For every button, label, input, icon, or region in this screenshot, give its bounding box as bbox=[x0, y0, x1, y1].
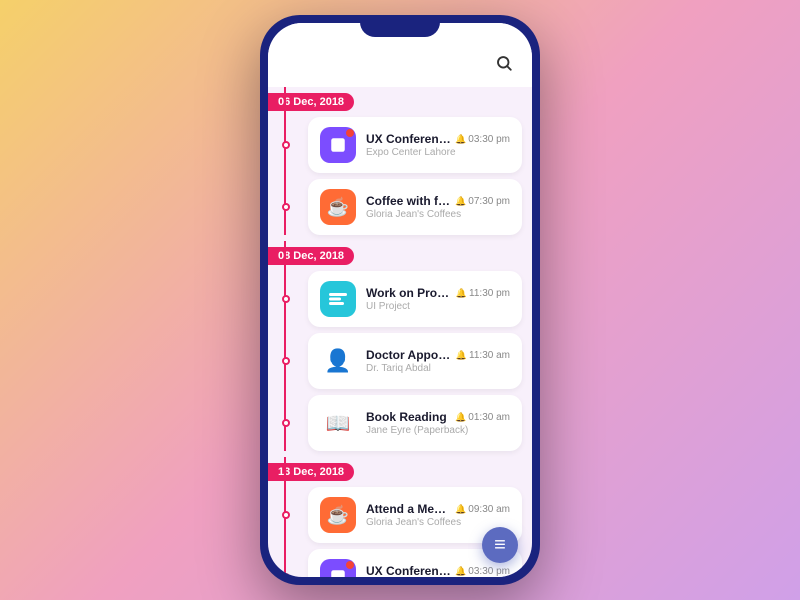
bell-icon: 🔔 bbox=[455, 134, 466, 145]
event-time: 🔔 03:30 pm bbox=[455, 566, 510, 577]
event-title: Book Reading bbox=[366, 410, 447, 424]
event-icon-purple_square bbox=[320, 127, 356, 163]
date-section-1: 08 Dec, 2018 Work on Project 🔔 11:30 pm UI… bbox=[268, 241, 532, 451]
timeline-dot bbox=[282, 419, 290, 427]
bell-icon: 🔔 bbox=[455, 196, 466, 207]
phone-frame: 06 Dec, 2018 UX Conference 🔔 03:30 pm Expo… bbox=[260, 15, 540, 585]
event-title: Work on Project bbox=[366, 286, 452, 300]
event-time: 🔔 03:30 pm bbox=[455, 134, 510, 145]
event-card[interactable]: Work on Project 🔔 11:30 pm UI Project bbox=[308, 271, 522, 327]
date-label: 08 Dec, 2018 bbox=[268, 247, 354, 265]
event-card[interactable]: 📖 Book Reading 🔔 01:30 am Jane Eyre (Paperb… bbox=[308, 395, 522, 451]
timeline-dot bbox=[282, 203, 290, 211]
timeline-dot bbox=[282, 295, 290, 303]
event-icon-purple_square bbox=[320, 559, 356, 577]
phone-screen: 06 Dec, 2018 UX Conference 🔔 03:30 pm Expo… bbox=[268, 23, 532, 577]
timeline-scroll: 06 Dec, 2018 UX Conference 🔔 03:30 pm Expo… bbox=[268, 87, 532, 577]
event-title-row: Book Reading 🔔 01:30 am bbox=[366, 410, 510, 424]
event-time: 🔔 01:30 am bbox=[455, 412, 510, 423]
event-title: Doctor Appointment bbox=[366, 348, 452, 362]
fab-button[interactable]: ≡ bbox=[482, 527, 518, 563]
date-label: 13 Dec, 2018 bbox=[268, 463, 354, 481]
event-subtitle: Gloria Jean's Coffees bbox=[366, 517, 510, 528]
event-icon-person: 👤 bbox=[320, 343, 356, 379]
event-subtitle: Expo Center Lahore bbox=[366, 147, 510, 158]
event-info: Coffee with friend 🔔 07:30 pm Gloria Jean'… bbox=[366, 194, 510, 220]
event-title-row: Doctor Appointment 🔔 11:30 am bbox=[366, 348, 510, 362]
bell-icon: 🔔 bbox=[455, 412, 466, 423]
bell-icon: 🔔 bbox=[456, 288, 467, 299]
timeline-dot bbox=[282, 511, 290, 519]
event-card[interactable]: UX Conference 🔔 03:30 pm Expo Center Lahor… bbox=[308, 117, 522, 173]
bell-icon: 🔔 bbox=[456, 350, 467, 361]
event-icon-book: 📖 bbox=[320, 405, 356, 441]
event-title-row: Attend a Meeting 🔔 09:30 am bbox=[366, 502, 510, 516]
event-icon-teal bbox=[320, 281, 356, 317]
event-title: UX Conference bbox=[366, 564, 451, 577]
event-time: 🔔 09:30 am bbox=[455, 504, 510, 515]
event-title-row: Coffee with friend 🔔 07:30 pm bbox=[366, 194, 510, 208]
event-info: Work on Project 🔔 11:30 pm UI Project bbox=[366, 286, 510, 312]
event-time: 🔔 07:30 pm bbox=[455, 196, 510, 207]
search-button[interactable] bbox=[492, 51, 516, 75]
date-label: 06 Dec, 2018 bbox=[268, 93, 354, 111]
event-info: Doctor Appointment 🔔 11:30 am Dr. Tariq Ab… bbox=[366, 348, 510, 374]
timeline-dot bbox=[282, 141, 290, 149]
event-title-row: Work on Project 🔔 11:30 pm bbox=[366, 286, 510, 300]
event-title: Attend a Meeting bbox=[366, 502, 451, 516]
event-subtitle: Jane Eyre (Paperback) bbox=[366, 425, 510, 436]
phone-notch bbox=[360, 15, 440, 37]
event-card[interactable]: ☕ Coffee with friend 🔔 07:30 pm Gloria Jean… bbox=[308, 179, 522, 235]
event-info: UX Conference 🔔 03:30 pm Expo Center Lahor… bbox=[366, 132, 510, 158]
event-title: Coffee with friend bbox=[366, 194, 451, 208]
event-title: UX Conference bbox=[366, 132, 451, 146]
event-subtitle: Gloria Jean's Coffees bbox=[366, 209, 510, 220]
event-icon-coffee: ☕ bbox=[320, 497, 356, 533]
timeline-line bbox=[284, 87, 286, 235]
event-icon-coffee: ☕ bbox=[320, 189, 356, 225]
event-subtitle: Dr. Tariq Abdal bbox=[366, 363, 510, 374]
bell-icon: 🔔 bbox=[455, 566, 466, 577]
event-time: 🔔 11:30 am bbox=[456, 350, 510, 361]
event-info: Attend a Meeting 🔔 09:30 am Gloria Jean's … bbox=[366, 502, 510, 528]
menu-icon: ≡ bbox=[494, 535, 506, 555]
event-time: 🔔 11:30 pm bbox=[456, 288, 510, 299]
date-section-0: 06 Dec, 2018 UX Conference 🔔 03:30 pm Expo… bbox=[268, 87, 532, 235]
bell-icon: 🔔 bbox=[455, 504, 466, 515]
event-title-row: UX Conference 🔔 03:30 pm bbox=[366, 564, 510, 577]
event-info: UX Conference🔔 03:30 pmExpo Center Lahor… bbox=[366, 564, 510, 577]
event-title-row: UX Conference 🔔 03:30 pm bbox=[366, 132, 510, 146]
timeline-dot bbox=[282, 357, 290, 365]
timeline-dot bbox=[282, 573, 290, 577]
event-card[interactable]: 👤 Doctor Appointment 🔔 11:30 am Dr. Tariq A… bbox=[308, 333, 522, 389]
event-subtitle: UI Project bbox=[366, 301, 510, 312]
event-info: Book Reading 🔔 01:30 am Jane Eyre (Paperba… bbox=[366, 410, 510, 436]
